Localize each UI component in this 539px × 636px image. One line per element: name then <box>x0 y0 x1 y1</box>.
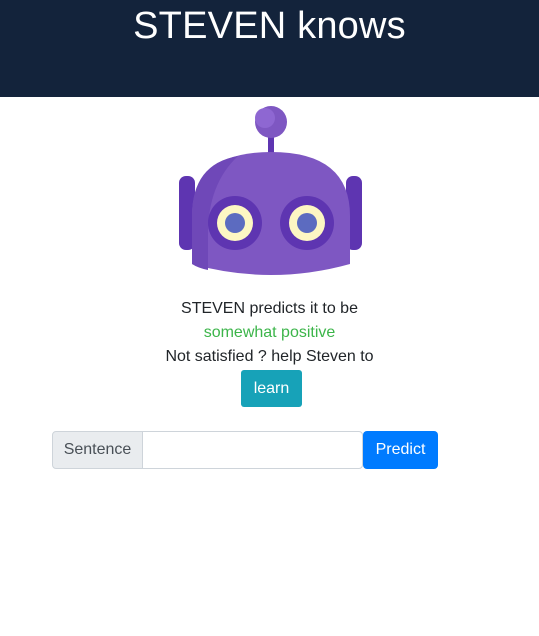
learn-button[interactable]: learn <box>241 370 302 407</box>
sentiment-label: somewhat positive <box>203 324 336 341</box>
sentence-addon-label: Sentence <box>52 431 143 469</box>
prediction-text: STEVEN predicts it to be <box>181 300 358 317</box>
page-title: STEVEN knows <box>133 5 406 47</box>
sentence-input[interactable] <box>142 431 363 469</box>
predict-button[interactable]: Predict <box>363 431 438 469</box>
robot-icon <box>179 106 362 275</box>
feedback-prompt: Not satisfied ? help Steven to <box>165 348 374 365</box>
page-header: STEVEN knows <box>0 0 539 97</box>
